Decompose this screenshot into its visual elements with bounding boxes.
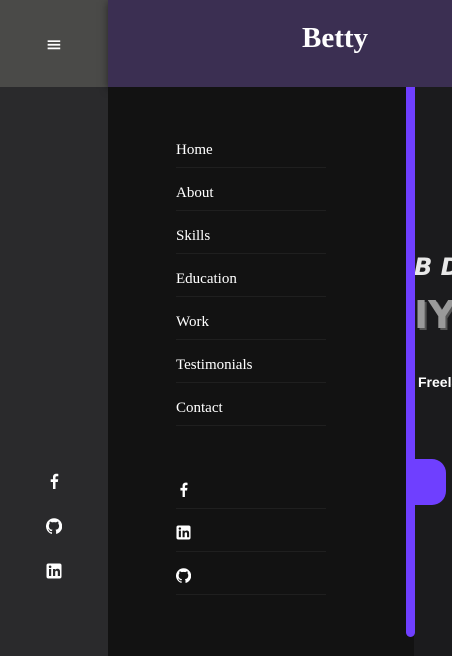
facebook-icon [50, 473, 59, 489]
nav-item-education[interactable]: Education [176, 254, 326, 297]
hero-cta-button[interactable] [414, 459, 446, 505]
drawer-linkedin-link[interactable] [176, 509, 326, 552]
hamburger-icon: ≡ [45, 31, 63, 56]
scroll-indicator[interactable] [406, 87, 415, 637]
drawer-social-list [176, 466, 326, 595]
drawer-facebook-link[interactable] [176, 466, 326, 509]
menu-toggle-button[interactable]: ≡ [0, 0, 108, 87]
nav-item-contact[interactable]: Contact [176, 383, 326, 426]
linkedin-icon [46, 563, 62, 579]
nav-item-testimonials[interactable]: Testimonials [176, 340, 326, 383]
linkedin-icon [176, 524, 191, 540]
rail-linkedin-link[interactable] [0, 563, 108, 579]
rail-github-link[interactable] [0, 518, 108, 534]
hero-subtitle: B DI [414, 253, 452, 281]
github-icon [46, 518, 62, 534]
nav-item-about[interactable]: About [176, 168, 326, 211]
nav-item-home[interactable]: Home [176, 125, 326, 168]
top-header: Betty [108, 0, 452, 87]
hero-title: IY [414, 293, 452, 337]
github-icon [176, 567, 191, 583]
hero-section: B DI IY Freela [414, 87, 452, 656]
nav-item-work[interactable]: Work [176, 297, 326, 340]
brand-logo[interactable]: Betty [302, 22, 368, 55]
rail-facebook-link[interactable] [0, 473, 108, 489]
left-rail: ≡ [0, 0, 108, 656]
drawer-nav-list: Home About Skills Education Work Testimo… [176, 125, 326, 426]
nav-item-skills[interactable]: Skills [176, 211, 326, 254]
hero-tagline: Freela [418, 374, 452, 390]
drawer-github-link[interactable] [176, 552, 326, 595]
facebook-icon [180, 482, 188, 497]
